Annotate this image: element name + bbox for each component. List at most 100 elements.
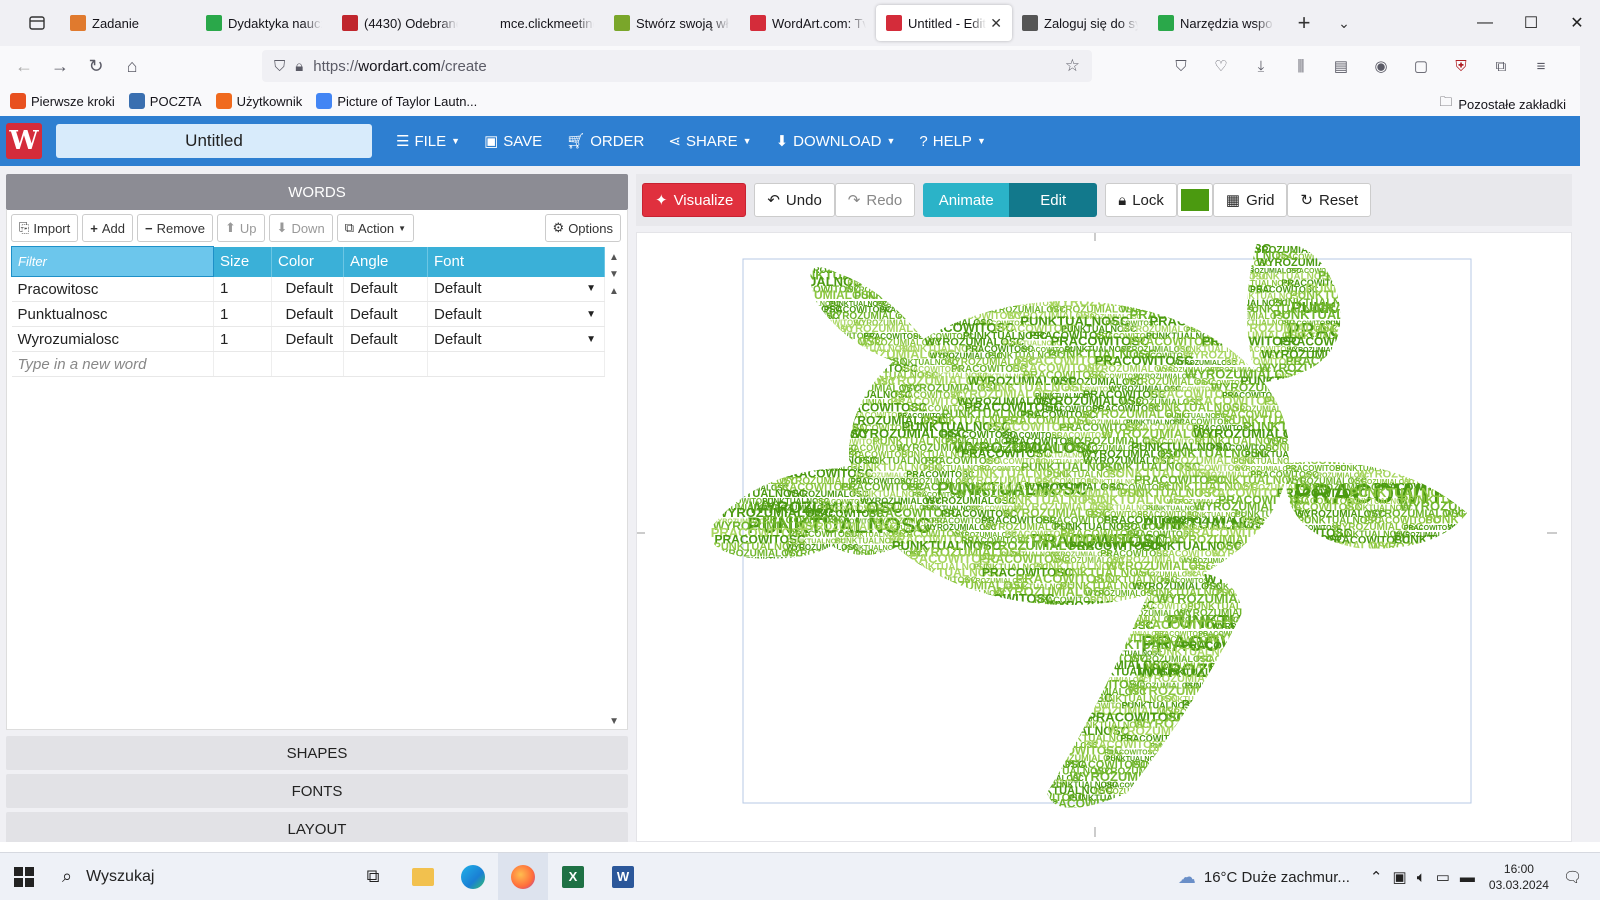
color-cell[interactable]: Default (271, 276, 344, 302)
reset-button[interactable]: ↻ Reset (1287, 183, 1372, 217)
bookmark-star-icon[interactable]: ☆ (1065, 56, 1080, 76)
start-button[interactable] (0, 853, 48, 900)
home-button[interactable]: ⌂ (114, 50, 150, 82)
size-column-header[interactable]: Size (213, 246, 272, 277)
redo-button[interactable]: ↷ Redo (834, 183, 916, 217)
downloads-icon[interactable]: ⤓ (1244, 50, 1278, 82)
word-cloud-svg[interactable]: PRACOWITOSCPUNKTUALNOSCWYROZUMIALOSCPRAC… (637, 233, 1573, 843)
network-icon[interactable]: ▣ (1393, 868, 1407, 886)
minimize-button[interactable]: — (1462, 0, 1508, 46)
import-button[interactable]: ⎘ Import (11, 214, 79, 242)
word-cell[interactable]: Punktualnosc (11, 301, 214, 327)
panel-scroll-down-icon[interactable]: ▼ (609, 716, 619, 727)
visualize-button[interactable]: ✦ Visualize (642, 183, 747, 217)
browser-tab[interactable]: Zadanie (60, 4, 196, 42)
word-row[interactable]: Wyrozumialosc 1 Default Default Default ▼ (11, 326, 605, 352)
account-icon[interactable]: ◉ (1364, 50, 1398, 82)
new-tab-button[interactable]: + (1284, 0, 1324, 46)
file-menu[interactable]: ☰ FILE ▼ (384, 116, 472, 166)
chevron-up-icon[interactable]: ⌃ (1370, 868, 1383, 886)
new-word-cell[interactable] (271, 351, 344, 377)
angle-cell[interactable]: Default (343, 276, 428, 302)
camera-icon[interactable]: ▭ (1436, 868, 1450, 886)
help-menu[interactable]: ? HELP ▼ (907, 116, 997, 166)
bookmark-item[interactable]: Picture of Taylor Lautn... (316, 93, 477, 109)
new-word-row[interactable]: Type in a new word (11, 351, 605, 377)
color-cell[interactable]: Default (271, 301, 344, 327)
font-dropdown-icon[interactable]: ▼ (586, 334, 596, 345)
taskbar-search[interactable]: ⌕ Wyszukaj (48, 853, 348, 900)
font-cell[interactable]: Default ▼ (427, 301, 605, 327)
font-dropdown-icon[interactable]: ▼ (586, 283, 596, 294)
scroll-up-icon[interactable]: ▲ (609, 286, 623, 297)
angle-cell[interactable]: Default (343, 301, 428, 327)
new-word-cell[interactable] (343, 351, 428, 377)
browser-tab[interactable]: Dydaktyka nauczania (196, 4, 332, 42)
document-title-input[interactable]: Untitled (56, 124, 372, 158)
file-explorer-icon[interactable] (398, 853, 448, 900)
weather-text[interactable]: 16°C Duże zachmur... (1204, 869, 1350, 886)
url-bar[interactable]: ⛉ 🔒︎ https://wordart.com/create ☆ (262, 50, 1092, 82)
back-button[interactable]: ← (6, 50, 42, 82)
notifications-icon[interactable]: 🗨︎ (1563, 868, 1582, 886)
size-cell[interactable]: 1 (213, 326, 272, 352)
grid-button[interactable]: ▦ Grid (1212, 183, 1288, 217)
browser-tab[interactable]: Zaloguj się do sy (1012, 4, 1148, 42)
size-cell[interactable]: 1 (213, 276, 272, 302)
word-cell[interactable]: Wyrozumialosc (11, 326, 214, 352)
battery-icon[interactable]: ▬ (1460, 869, 1475, 886)
close-tab-icon[interactable]: ✕ (990, 15, 1002, 32)
action-menu-button[interactable]: ⧉ Action ▼ (336, 214, 415, 242)
color-swatch-button[interactable] (1176, 183, 1213, 217)
word-row[interactable]: Pracowitosc 1 Default Default Default ▼ (11, 276, 605, 302)
font-cell[interactable]: Default ▼ (427, 276, 605, 302)
ublock-icon[interactable]: ⛨ (1444, 50, 1478, 82)
bookmark-item[interactable]: POCZTA (128, 93, 202, 109)
browser-tab[interactable]: Narzędzia wspo (1148, 4, 1284, 42)
font-column-header[interactable]: Font (427, 246, 605, 277)
browser-tab[interactable]: WordArt.com: Tv (740, 4, 876, 42)
browser-tab[interactable]: (4430) Odebrane (332, 4, 468, 42)
scroll-down-icon[interactable]: ▼ (609, 269, 623, 280)
close-window-button[interactable]: ✕ (1554, 0, 1600, 46)
volume-icon[interactable]: 🔈︎ (1417, 869, 1426, 886)
browser-tab[interactable]: Stwórz swoją wł (604, 4, 740, 42)
word-icon[interactable]: W (598, 853, 648, 900)
angle-column-header[interactable]: Angle (343, 246, 428, 277)
font-cell[interactable]: Default ▼ (427, 326, 605, 352)
browser-tab[interactable]: mce.clickmeeting.com (468, 4, 604, 42)
word-row[interactable]: Punktualnosc 1 Default Default Default ▼ (11, 301, 605, 327)
firefox-icon[interactable] (498, 852, 548, 900)
maximize-button[interactable]: ☐ (1508, 0, 1554, 46)
move-down-button[interactable]: ⬇ Down (268, 214, 333, 242)
reload-button[interactable]: ↻ (78, 50, 114, 82)
lock-button[interactable]: 🔒︎ Lock (1105, 183, 1177, 217)
size-cell[interactable]: 1 (213, 301, 272, 327)
wordart-logo[interactable]: W (6, 123, 42, 159)
fonts-section-header[interactable]: FONTS (6, 774, 628, 808)
download-menu[interactable]: ⬇ DOWNLOAD ▼ (764, 116, 908, 166)
color-column-header[interactable]: Color (271, 246, 344, 277)
order-button[interactable]: 🛒︎ ORDER (554, 116, 656, 166)
wordart-canvas[interactable]: PRACOWITOSC PUNKTUALNOSC WYROZUMIALOSC PRAC… (636, 232, 1572, 842)
task-view-icon[interactable]: ⧉ (348, 853, 398, 900)
shapes-section-header[interactable]: SHAPES (6, 736, 628, 770)
save-button[interactable]: ▣ SAVE (472, 116, 554, 166)
app-menu-icon[interactable]: ≡ (1524, 50, 1558, 82)
new-word-input[interactable]: Type in a new word (11, 351, 214, 377)
remove-word-button[interactable]: − Remove (136, 214, 213, 242)
save-to-pocket-icon[interactable]: ♡ (1204, 50, 1238, 82)
edge-icon[interactable] (448, 853, 498, 900)
new-word-cell[interactable] (427, 351, 605, 377)
word-cell[interactable]: Pracowitosc (11, 276, 214, 302)
library-icon[interactable]: ⫼ (1284, 50, 1318, 82)
new-word-cell[interactable] (213, 351, 272, 377)
words-section-header[interactable]: WORDS (6, 174, 628, 210)
tab-overflow-chevron-icon[interactable]: ⌄ (1324, 0, 1364, 46)
table-scrollbar[interactable]: ▲ ▼ ▲ (609, 252, 623, 297)
animate-tab[interactable]: Animate (923, 183, 1010, 217)
extension-icon[interactable]: ▢ (1404, 50, 1438, 82)
clock[interactable]: 16:00 03.03.2024 (1489, 861, 1549, 893)
bookmark-item[interactable]: Pierwsze kroki (10, 93, 115, 109)
extensions-puzzle-icon[interactable]: ⧉ (1484, 50, 1518, 82)
